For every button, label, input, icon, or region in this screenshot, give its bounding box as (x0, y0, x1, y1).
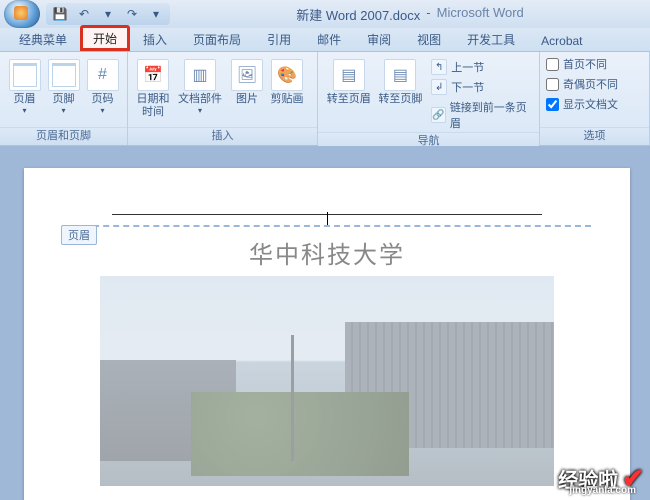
tab-insert[interactable]: 插入 (130, 26, 180, 51)
header-zone[interactable]: 页眉 华中科技大学 (24, 168, 630, 486)
group-options: 首页不同 奇偶页不同 显示文档文 选项 (540, 52, 650, 145)
office-button[interactable] (4, 0, 40, 28)
different-odd-even-checkbox[interactable]: 奇偶页不同 (546, 76, 618, 92)
clipart-button[interactable]: 🎨 剪贴画 (268, 56, 306, 109)
undo-icon[interactable]: ↶ (76, 6, 92, 22)
qat-more-icon[interactable]: ▾ (148, 6, 164, 22)
text-cursor (327, 212, 328, 226)
different-first-page-checkbox[interactable]: 首页不同 (546, 56, 618, 72)
header-button[interactable]: 页眉 ▾ (6, 56, 43, 118)
link-icon: 🔗 (431, 107, 446, 123)
save-icon[interactable]: 💾 (52, 6, 68, 22)
group-label: 选项 (540, 127, 649, 145)
picture-button[interactable]: 🖼 图片 (228, 56, 266, 109)
header-icon (9, 59, 41, 91)
trees-graphic (191, 392, 409, 476)
group-label: 插入 (128, 127, 317, 145)
university-name: 华中科技大学 (64, 235, 590, 270)
group-navigation: ▤ 转至页眉 ▤ 转至页脚 ↰上一节 ↲下一节 🔗链接到前一条页眉 导航 (318, 52, 540, 145)
picture-icon: 🖼 (231, 59, 263, 91)
chevron-down-icon: ▾ (22, 106, 26, 115)
date-time-button[interactable]: 📅 日期和 时间 (134, 56, 172, 122)
watermark-url: jingyanla.com (569, 485, 636, 496)
header-tag: 页眉 (61, 225, 97, 245)
goto-header-icon: ▤ (333, 59, 365, 91)
group-label: 页眉和页脚 (0, 127, 127, 145)
chevron-down-icon: ▾ (198, 106, 202, 115)
parts-icon: ▥ (184, 59, 216, 91)
inserted-image[interactable] (100, 276, 554, 486)
goto-header-button[interactable]: ▤ 转至页眉 (324, 56, 374, 109)
group-insert: 📅 日期和 时间 ▥ 文档部件 ▾ 🖼 图片 🎨 剪贴画 插入 (128, 52, 318, 145)
footer-button[interactable]: 页脚 ▾ (45, 56, 82, 118)
tab-references[interactable]: 引用 (254, 26, 304, 51)
calendar-icon: 📅 (137, 59, 169, 91)
tab-review[interactable]: 审阅 (354, 26, 404, 51)
header-boundary: 页眉 (63, 225, 591, 227)
clipart-icon: 🎨 (271, 59, 303, 91)
group-header-footer: 页眉 ▾ 页脚 ▾ # 页码 ▾ 页眉和页脚 (0, 52, 128, 145)
flagpole-graphic (291, 335, 294, 461)
document-area[interactable]: 页眉 华中科技大学 经验啦 ✔ jingyanla.com (0, 146, 650, 500)
prev-section-button[interactable]: ↰上一节 (427, 58, 533, 76)
watermark-logo: 经验啦 ✔ jingyanla.com (558, 463, 644, 494)
document-name: 新建 Word 2007.docx (296, 5, 420, 24)
tab-view[interactable]: 视图 (404, 26, 454, 51)
page[interactable]: 页眉 华中科技大学 (24, 168, 630, 500)
goto-footer-button[interactable]: ▤ 转至页脚 (376, 56, 426, 109)
show-document-text-checkbox[interactable]: 显示文档文 (546, 96, 618, 112)
tab-home[interactable]: 开始 (80, 25, 130, 51)
prev-icon: ↰ (431, 59, 447, 75)
next-icon: ↲ (431, 79, 447, 95)
ribbon: 页眉 ▾ 页脚 ▾ # 页码 ▾ 页眉和页脚 📅 日期和 时间 ▥ (0, 52, 650, 146)
footer-icon (48, 59, 80, 91)
tab-mailings[interactable]: 邮件 (304, 26, 354, 51)
tab-acrobat[interactable]: Acrobat (528, 29, 587, 51)
quick-access-toolbar: 💾 ↶ ▾ ↷ ▾ (46, 3, 170, 25)
goto-footer-icon: ▤ (384, 59, 416, 91)
chevron-down-icon: ▾ (100, 106, 104, 115)
tab-developer[interactable]: 开发工具 (454, 26, 528, 51)
next-section-button[interactable]: ↲下一节 (427, 78, 533, 96)
tab-classic-menu[interactable]: 经典菜单 (6, 26, 80, 51)
quick-parts-button[interactable]: ▥ 文档部件 ▾ (174, 56, 226, 118)
ribbon-tabs: 经典菜单 开始 插入 页面布局 引用 邮件 审阅 视图 开发工具 Acrobat (0, 28, 650, 52)
chevron-down-icon: ▾ (61, 106, 65, 115)
page-number-icon: # (87, 59, 119, 91)
qat-dropdown-icon[interactable]: ▾ (100, 6, 116, 22)
page-number-button[interactable]: # 页码 ▾ (84, 56, 121, 118)
link-previous-button[interactable]: 🔗链接到前一条页眉 (427, 98, 533, 132)
redo-icon[interactable]: ↷ (124, 6, 140, 22)
tab-page-layout[interactable]: 页面布局 (180, 26, 254, 51)
app-name: Microsoft Word (437, 5, 524, 24)
window-title: 新建 Word 2007.docx - Microsoft Word (170, 5, 650, 24)
